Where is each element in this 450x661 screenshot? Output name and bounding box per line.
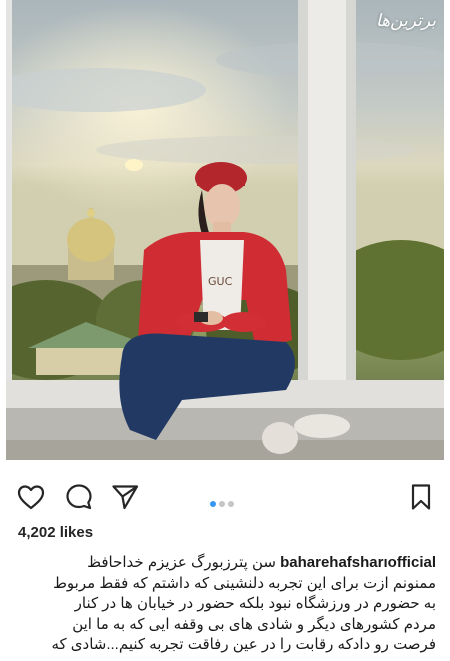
caption-line: به حضورم در ورزشگاه نبود بلکه حضور در خی… [74, 595, 436, 612]
caption-first-line: baharehafsharıofficial سن پترزبورگ عزیزم… [14, 553, 436, 574]
post-photo[interactable]: GUC برترین‌ها [6, 0, 444, 460]
likes-count[interactable]: 4,202 likes [18, 524, 93, 541]
caption-line: فرصت رو دادکه رقابت را در عین رفاقت تجرب… [51, 636, 436, 653]
bookmark-icon[interactable] [406, 482, 436, 512]
paper-plane-icon[interactable] [110, 482, 140, 512]
heart-icon[interactable] [16, 482, 46, 512]
carousel-indicator [208, 494, 235, 507]
carousel-dot [227, 501, 234, 507]
carousel-dot-active [209, 501, 216, 507]
post-caption: baharehafsharıofficial سن پترزبورگ عزیزم… [14, 553, 436, 656]
caption-text: سن پترزبورگ عزیزم خداحافظ [87, 554, 276, 571]
caption-line: مردم کشورهای دیگر و شادی های بی وقفه ایی… [72, 615, 436, 633]
post-photo-illustration: GUC [6, 0, 444, 460]
username-link[interactable]: baharehafsharıofficial [280, 554, 436, 571]
comment-bubble-icon[interactable] [64, 482, 94, 512]
carousel-dot [218, 501, 225, 507]
post-actions-bar [0, 474, 450, 516]
watermark-logo: برترین‌ها [375, 11, 436, 31]
svg-text:GUC: GUC [208, 275, 233, 288]
caption-line: ممنونم ازت برای این تجربه دلنشینی که داش… [53, 574, 436, 592]
